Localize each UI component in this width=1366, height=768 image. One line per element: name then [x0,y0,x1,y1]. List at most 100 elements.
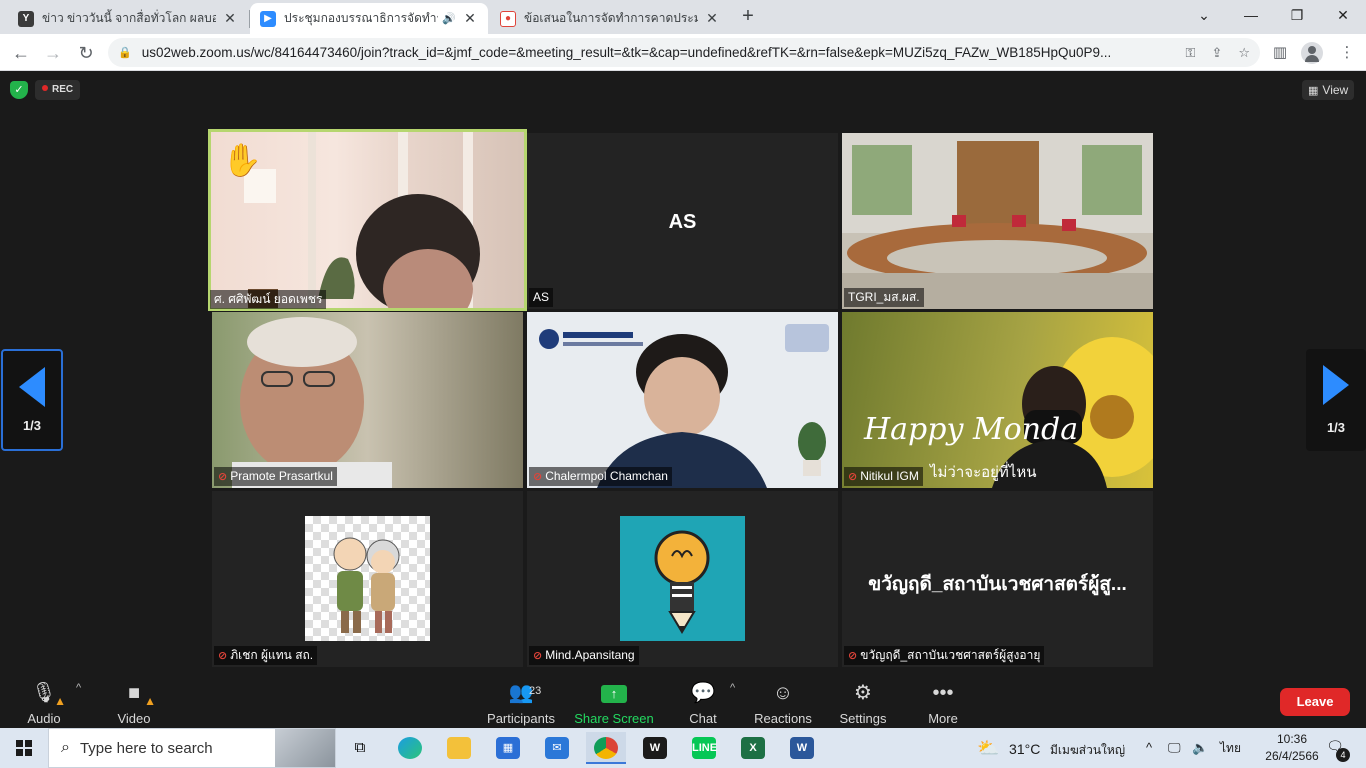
mail-icon[interactable]: ✉ [537,732,577,764]
browser-tab-slides[interactable]: ● ข้อเสนอในการจัดทำการคาดประมาณป ✕ [490,3,730,34]
video-tile[interactable]: AS AS [527,133,838,309]
video-tile[interactable]: ⊘ ภิเชก ผู้แทน สถ. [212,491,523,667]
more-label: More [928,711,958,726]
tab-search-icon[interactable]: ⌄ [1181,4,1227,26]
reactions-label: Reactions [754,711,812,726]
mic-muted-icon: ⊘ [533,650,543,662]
file-explorer-icon[interactable] [439,732,479,764]
word-icon[interactable]: W [782,732,822,764]
start-button[interactable] [0,728,48,768]
news-favicon-icon: Y [18,10,34,27]
video-tile[interactable]: TGRI_มส.ผส. [842,133,1153,309]
warning-icon: ▲ [54,694,66,708]
taskbar-search-box[interactable]: ⌕ Type here to search [48,728,336,768]
system-clock[interactable]: 10:36 26/4/2566 [1262,731,1322,765]
rec-label: REC [52,84,74,95]
video-button[interactable]: ■ ▲ Video [94,680,174,726]
close-tab-icon[interactable]: ✕ [462,10,478,27]
grid-icon: ▦ [1308,85,1319,97]
excel-icon[interactable]: X [733,732,773,764]
side-panel-icon[interactable]: ▥ [1269,42,1291,64]
tab-title: ข้อเสนอในการจัดทำการคาดประมาณป [524,11,698,25]
key-icon[interactable]: ⚿ [1186,45,1196,61]
webex-icon[interactable]: W [635,732,675,764]
network-icon[interactable]: 🖵 [1168,728,1181,768]
share-screen-icon: ↑ [574,680,654,706]
new-tab-icon[interactable]: + [737,5,759,27]
raised-hand-icon: ✋ [222,142,262,178]
address-bar[interactable]: 🔒 us02web.zoom.us/wc/84164473460/join?tr… [108,38,1260,67]
speaker-icon[interactable]: 🔊 [442,12,456,25]
next-page-button[interactable]: 1/3 [1306,349,1366,451]
audio-button[interactable]: 🎙 ▲ Audio [4,680,84,726]
participant-video [232,317,392,488]
weather-widget[interactable]: ⛅ 31°C มีเมฆส่วนใหญ่ [977,728,1125,768]
reactions-button[interactable]: ☺ Reactions [743,680,823,726]
recording-indicator[interactable]: REC [35,80,81,100]
participants-button[interactable]: 👥 23 Participants [481,680,561,726]
minimize-icon[interactable]: — [1228,4,1274,26]
video-tile[interactable]: Happy Monda ไม่ว่าจะอยู่ที่ไหน ⊘ Nitikul … [842,312,1153,488]
video-tile[interactable]: ขวัญฤดี_สถาบันเวชศาสตร์ผู้สู... ⊘ ขวัญฤดี… [842,491,1153,667]
mic-muted-icon: ⊘ [218,471,228,483]
browser-tab-strip: Y ข่าว ข่าววันนี้ จากสื่อทั่วโลก ผลบอลโล… [0,0,1366,34]
browser-tab-news[interactable]: Y ข่าว ข่าววันนี้ จากสื่อทั่วโลก ผลบอลโล… [8,3,248,34]
bookmark-star-icon[interactable]: ☆ [1238,45,1250,61]
reload-icon[interactable]: ↻ [73,40,99,66]
close-tab-icon[interactable]: ✕ [222,10,238,27]
participant-initials: AS [668,211,697,233]
volume-icon[interactable]: 🔈 [1192,728,1208,768]
browser-menu-icon[interactable]: ⋮ [1336,42,1358,64]
edge-icon[interactable] [390,732,430,764]
input-language-indicator[interactable]: ไทย [1220,728,1241,768]
settings-label: Settings [839,711,887,726]
microsoft-store-icon[interactable]: ▦ [488,732,528,764]
elderly-couple-avatar-icon [333,537,400,633]
participant-video [842,133,1153,309]
chat-options-caret-icon[interactable]: ^ [730,682,735,694]
encryption-shield-icon[interactable]: ✓ [10,81,28,99]
more-dots-icon: ••• [932,682,954,704]
url-text[interactable]: us02web.zoom.us/wc/84164473460/join?trac… [142,45,1170,60]
view-button[interactable]: ▦ View [1302,80,1355,100]
leave-button[interactable]: Leave [1280,688,1350,716]
close-window-icon[interactable]: ✕ [1320,4,1366,26]
browser-toolbar: ← → ↻ 🔒 us02web.zoom.us/wc/84164473460/j… [0,34,1366,71]
share-screen-button[interactable]: ↑ Share Screen [574,680,654,726]
more-button[interactable]: ••• More [903,680,983,726]
video-tile[interactable]: ✋ ศ. ศศิพัฒน์ ยอดเพชร [208,129,527,311]
participants-label: Participants [487,711,555,726]
task-view-icon[interactable]: ⧉ [340,732,380,764]
search-highlight-image [275,729,335,767]
participant-name-label: ศ. ศศิพัฒน์ ยอดเพชร [210,290,327,309]
video-tile[interactable]: ⊘ Chalermpol Chamchan [527,312,838,488]
mic-muted-icon: ⊘ [848,471,858,483]
forward-icon[interactable]: → [40,40,66,66]
chrome-icon[interactable] [586,732,626,764]
warning-icon: ▲ [144,694,156,708]
close-tab-icon[interactable]: ✕ [704,10,720,27]
profile-avatar-icon[interactable] [1301,42,1323,64]
share-icon[interactable]: ⇪ [1211,45,1222,61]
participant-name: TGRI_มส.ผส. [848,290,920,304]
back-icon[interactable]: ← [8,40,34,66]
participant-name: ขวัญฤดี_สถาบันเวชศาสตร์ผู้สูงอายุ [860,648,1041,662]
participant-name: ศ. ศศิพัฒน์ ยอดเพชร [214,292,323,306]
video-tile[interactable]: ⊘ Mind.Apansitang [527,491,838,667]
video-tile[interactable]: ⊘ Pramote Prasartkul [212,312,523,488]
zoom-meeting-area: ✓ REC ▦ View 1/3 1/3 ✋ ศ. ศศิพัฒน์ ยอดเพ… [0,72,1366,676]
search-placeholder: Type here to search [79,739,213,757]
windows-taskbar: ⌕ Type here to search ⧉ ▦ ✉ W LINE X W ⛅… [0,728,1366,768]
restore-icon[interactable]: ❐ [1274,4,1320,26]
lock-icon[interactable]: 🔒 [118,46,132,59]
notification-count: 4 [1336,748,1350,762]
browser-tab-zoom[interactable]: ▶ ประชุมกองบรรณาธิการจัดทำราย 🔊 ✕ [250,3,488,34]
audio-options-caret-icon[interactable]: ^ [76,682,81,694]
settings-button[interactable]: ⚙ Settings [823,680,903,726]
video-label: Video [117,711,151,726]
participant-video [527,312,838,488]
previous-page-button[interactable]: 1/3 [1,349,63,451]
notifications-icon[interactable]: 🗨 4 [1324,738,1350,762]
line-icon[interactable]: LINE [684,732,724,764]
show-hidden-icons-icon[interactable]: ^ [1146,728,1152,768]
